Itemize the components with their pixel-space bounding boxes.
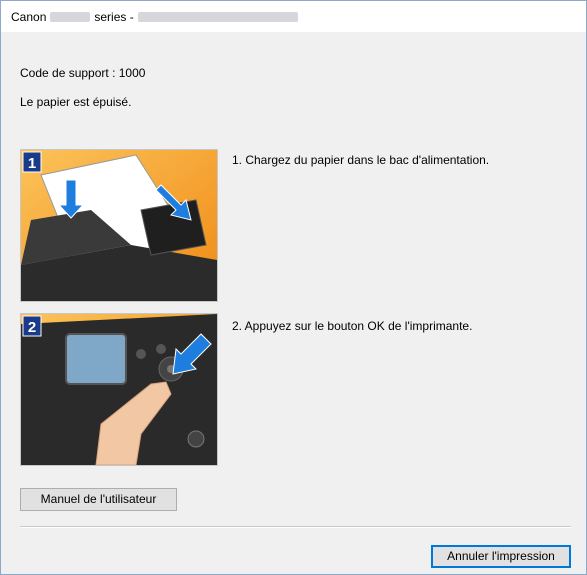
error-message-text: Le papier est épuisé.: [20, 95, 132, 109]
step-1-instruction: 1. Chargez du papier dans le bac d'alime…: [232, 153, 490, 167]
step-1-badge: 1: [28, 155, 36, 172]
dialog-content: Code de support : 1000 Le papier est épu…: [1, 32, 586, 574]
separator: [20, 526, 571, 528]
title-series: series -: [94, 9, 134, 24]
title-brand: Canon: [11, 9, 47, 24]
user-manual-button[interactable]: Manuel de l'utilisateur: [20, 488, 177, 511]
title-bar: Canon series -: [1, 1, 586, 32]
error-dialog-window: Canon series - Code de support : 1000 Le…: [0, 0, 587, 575]
step-2-badge: 2: [28, 319, 36, 336]
support-code-text: Code de support : 1000: [20, 66, 146, 80]
cancel-printing-button[interactable]: Annuler l'impression: [431, 545, 571, 568]
redacted-model-name: [50, 11, 91, 22]
step-2-instruction: 2. Appuyez sur le bouton OK de l'imprima…: [232, 319, 473, 333]
step-2-illustration: 2: [20, 313, 218, 466]
redacted-printer-name: [137, 11, 298, 22]
step-1-illustration: 1: [20, 149, 218, 302]
